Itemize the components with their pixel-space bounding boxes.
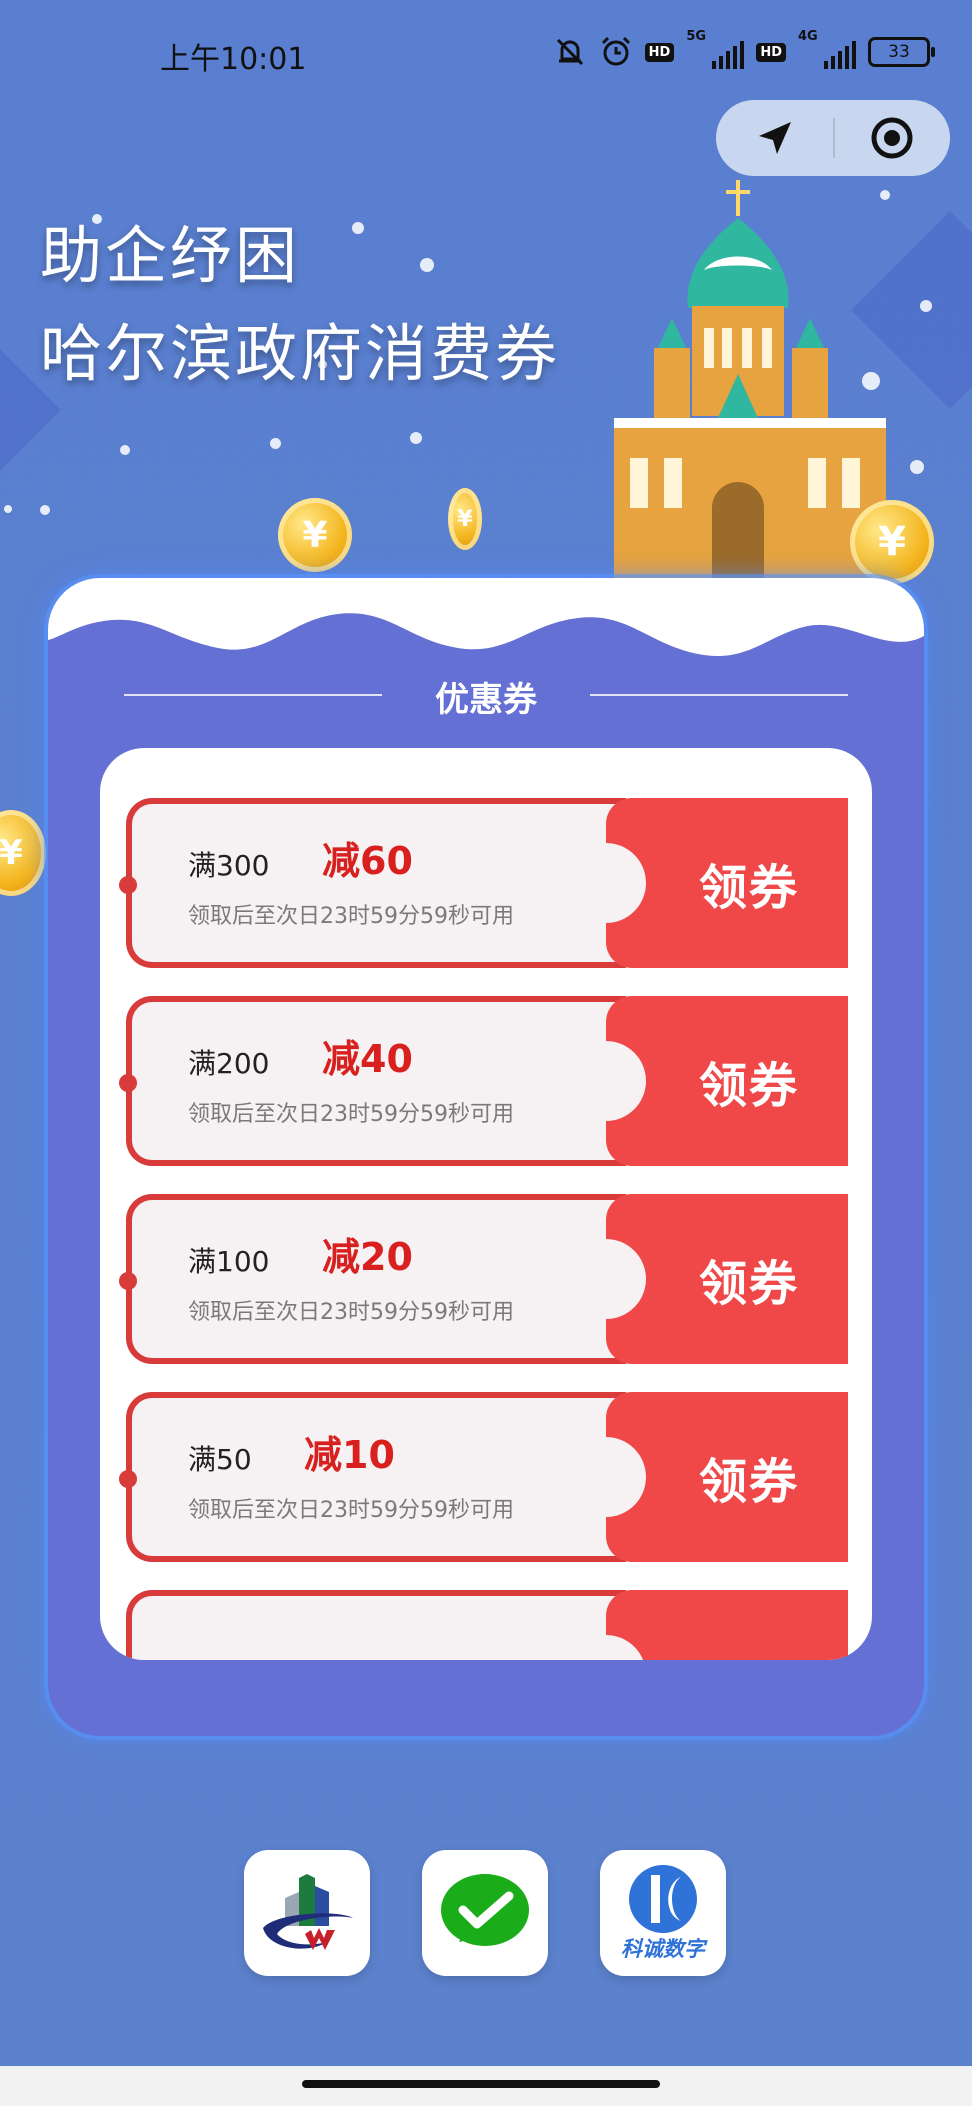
snowflake — [4, 505, 12, 513]
close-miniprogram-button[interactable] — [833, 100, 950, 176]
coupon-discount: 减10 — [304, 1433, 395, 1477]
miniprogram-capsule — [716, 100, 950, 176]
status-time: 上午10:01 — [160, 42, 307, 77]
coupon-condition: 满200 — [188, 1047, 270, 1080]
hd-badge: HD — [644, 42, 675, 62]
location-arrow-icon — [758, 122, 791, 154]
kecheng-digital-logo-icon — [629, 1865, 697, 1933]
snowflake — [40, 505, 50, 515]
partner-wechat-pay[interactable] — [422, 1850, 548, 1976]
coupon-validity: 领取后至次日23时59分59秒可用 — [188, 1102, 514, 1127]
signal-5g: 5G — [686, 29, 745, 69]
coupon-panel: 优惠券 满300 减60 领取后至次日23时59分59秒可用 领券 满200 减… — [48, 578, 924, 1736]
title-divider-right — [590, 694, 848, 696]
battery-icon: 33 — [868, 37, 935, 67]
coupon-condition: 满50 — [188, 1443, 252, 1476]
snowflake — [920, 300, 932, 312]
gold-coin-icon: ¥ — [850, 500, 934, 584]
claim-label: 领券 — [698, 1058, 799, 1114]
hd-badge: HD — [756, 42, 786, 62]
coupon-discount: 减20 — [322, 1235, 413, 1279]
snowflake — [120, 445, 130, 455]
coupon-notch — [606, 843, 646, 923]
signal-bars-icon — [824, 41, 856, 69]
status-bar: 上午10:01 HD 5G HD 4G 33 — [0, 0, 972, 100]
signal-4g: 4G — [798, 29, 856, 69]
home-indicator[interactable] — [302, 2080, 660, 2088]
snowflake — [910, 460, 924, 474]
claim-coupon-button[interactable]: 领券 — [606, 1392, 848, 1562]
hero-title-line1: 助企纾困 — [40, 219, 301, 292]
mute-bell-icon — [556, 38, 583, 66]
hero-title-line2: 哈尔滨政府消费券 — [40, 317, 561, 390]
target-icon — [871, 117, 912, 159]
coupon-validity: 领取后至次日23时59分59秒可用 — [188, 904, 514, 929]
coupon-list: 满300 减60 领取后至次日23时59分59秒可用 领券 满200 减40 领… — [100, 748, 872, 1660]
claim-label: 领券 — [698, 1256, 799, 1312]
partner-kecheng-digital[interactable]: 科诚数字 — [600, 1850, 726, 1976]
snowflake — [352, 222, 364, 234]
coupon-notch — [606, 1239, 646, 1319]
coupon-discount: 减60 — [322, 839, 413, 883]
coupon-condition: 满300 — [188, 849, 270, 882]
snowflake — [410, 432, 422, 444]
coupon-card: 满50 减10 领取后至次日23时59分59秒可用 领券 — [119, 1392, 848, 1562]
claim-coupon-button[interactable] — [606, 1590, 848, 1660]
coupon-validity: 领取后至次日23时59分59秒可用 — [188, 1498, 514, 1523]
bank-logo-icon — [263, 1874, 353, 1950]
coupon-card: 满300 减60 领取后至次日23时59分59秒可用 领券 — [119, 798, 848, 968]
location-button[interactable] — [716, 100, 833, 176]
snow-wave — [48, 578, 924, 657]
wechat-pay-icon — [441, 1874, 529, 1946]
claim-coupon-button[interactable]: 领券 — [606, 996, 848, 1166]
snowflake — [420, 258, 434, 272]
coupon-validity: 领取后至次日23时59分59秒可用 — [188, 1300, 514, 1325]
status-icons: HD 5G HD 4G 33 — [553, 29, 935, 70]
coupon-card: 满200 减40 领取后至次日23时59分59秒可用 领券 — [119, 996, 848, 1166]
coupon-notch — [606, 1437, 646, 1517]
claim-label: 领券 — [698, 1454, 799, 1510]
snowflake — [270, 438, 281, 449]
coupon-condition: 满100 — [188, 1245, 270, 1278]
alarm-icon — [601, 36, 630, 66]
navigation-bar — [0, 2066, 972, 2106]
claim-coupon-button[interactable]: 领券 — [606, 798, 848, 968]
gold-coin-icon: ¥ — [278, 498, 352, 572]
gold-coin-icon: ¥ — [448, 488, 482, 550]
coupon-body — [126, 1590, 626, 1660]
network-label-5g: 5G — [686, 29, 707, 44]
coupon-card-partial — [126, 1590, 848, 1660]
partner-bank-logo[interactable] — [244, 1850, 370, 1976]
signal-bars-icon — [712, 41, 745, 69]
coupon-card: 满100 减20 领取后至次日23时59分59秒可用 领券 — [119, 1194, 848, 1364]
panel-title: 优惠券 — [435, 680, 537, 720]
network-label-4g: 4G — [798, 29, 818, 44]
claim-coupon-button[interactable]: 领券 — [606, 1194, 848, 1364]
claim-label: 领券 — [698, 860, 799, 916]
kecheng-label: 科诚数字 — [621, 1937, 705, 1961]
coupon-notch — [606, 1041, 646, 1121]
gold-coin-icon: ¥ — [0, 810, 46, 896]
coupon-notch — [606, 1635, 646, 1660]
coupon-discount: 减40 — [322, 1037, 413, 1081]
